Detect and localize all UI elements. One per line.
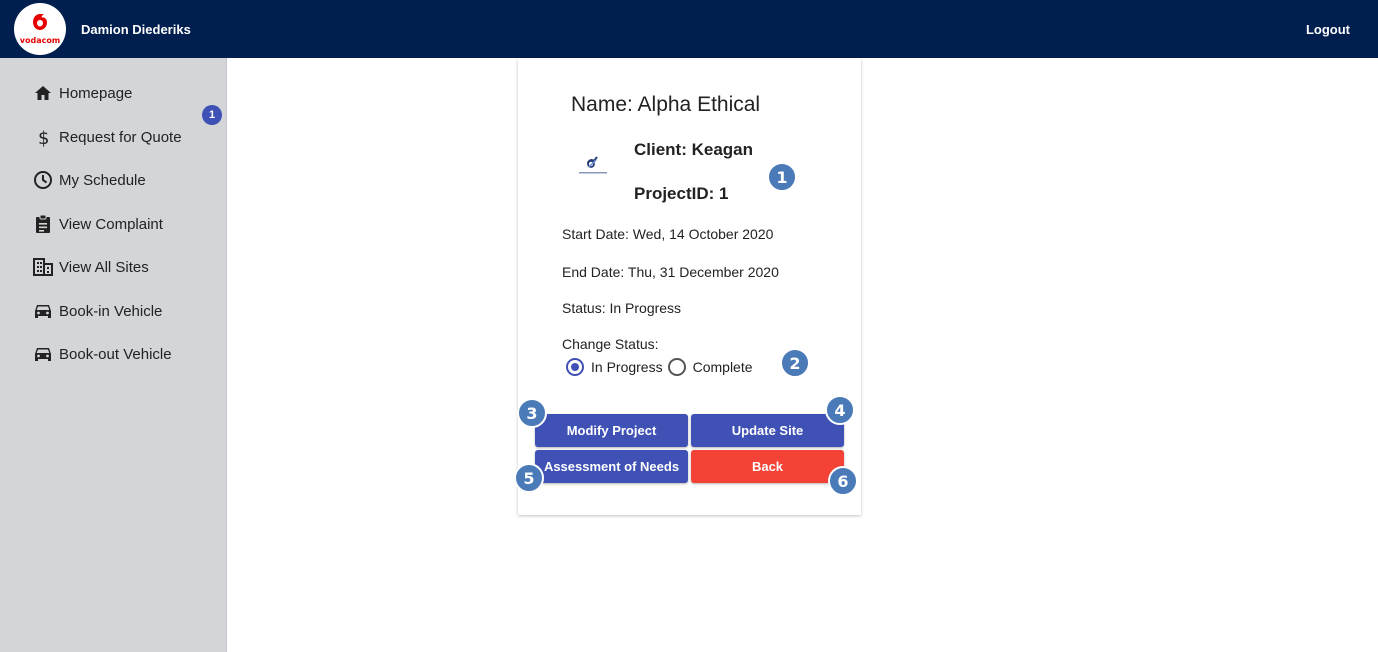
svg-text:$: $	[38, 128, 49, 147]
radio-complete[interactable]	[667, 358, 686, 376]
sidebar-item-label: Request for Quote	[59, 128, 182, 146]
end-date: End Date: Thu, 31 December 2020	[562, 264, 779, 280]
dollar-icon: $	[33, 127, 53, 147]
change-status-label: Change Status:	[562, 336, 659, 352]
start-date: Start Date: Wed, 14 October 2020	[562, 226, 774, 242]
sidebar-item-request-for-quote[interactable]: $ Request for Quote	[33, 125, 182, 149]
sidebar-item-my-schedule[interactable]: My Schedule	[33, 168, 146, 192]
clock-icon	[33, 170, 53, 190]
annotation-badge: 1	[202, 105, 222, 125]
clipboard-icon	[33, 214, 53, 234]
status-radio-group: In Progress Complete	[566, 358, 758, 376]
sidebar-item-view-complaint[interactable]: View Complaint	[33, 212, 163, 236]
sidebar-item-label: My Schedule	[59, 171, 146, 189]
sidebar-item-label: View All Sites	[59, 258, 149, 276]
project-name: Name: Alpha Ethical	[571, 93, 761, 116]
user-name: Damion Diederiks	[81, 22, 191, 37]
annotation-marker-1: 1	[767, 162, 797, 192]
radio-in-progress[interactable]	[566, 358, 584, 376]
vodacom-speechmark-icon	[33, 13, 47, 30]
alpha-ethical-logo-icon	[579, 156, 607, 174]
car-icon	[33, 301, 53, 321]
top-bar: vodacom Damion Diederiks Logout	[0, 0, 1378, 58]
sidebar-item-label: Book-out Vehicle	[59, 345, 172, 363]
logo-text: vodacom	[19, 36, 61, 45]
assessment-of-needs-button[interactable]: Assessment of Needs	[535, 450, 688, 483]
modify-project-button[interactable]: Modify Project	[535, 414, 688, 447]
status-text: Status: In Progress	[562, 300, 682, 316]
update-site-button[interactable]: Update Site	[691, 414, 844, 447]
building-icon	[33, 257, 53, 277]
annotation-marker-4: 4	[825, 395, 855, 425]
annotation-marker-6: 6	[828, 466, 858, 496]
radio-selected-dot	[571, 363, 579, 371]
project-id: ProjectID: 1	[634, 184, 729, 203]
sidebar-item-homepage[interactable]: Homepage	[33, 81, 132, 105]
vodacom-logo[interactable]: vodacom	[14, 3, 66, 55]
sidebar-item-label: Homepage	[59, 84, 133, 102]
back-button[interactable]: Back	[691, 450, 844, 483]
annotation-marker-2: 2	[780, 348, 810, 378]
sidebar-item-view-all-sites[interactable]: View All Sites	[33, 255, 149, 279]
sidebar-item-book-out-vehicle[interactable]: Book-out Vehicle	[33, 342, 172, 366]
logout-button[interactable]: Logout	[1306, 22, 1350, 37]
annotation-marker-3: 3	[517, 398, 547, 428]
client-name: Client: Keagan	[634, 140, 754, 159]
home-icon	[33, 83, 53, 103]
sidebar-item-label: View Complaint	[59, 215, 163, 233]
sidebar-item-book-in-vehicle[interactable]: Book-in Vehicle	[33, 299, 162, 323]
annotation-marker-5: 5	[514, 463, 544, 493]
project-card: Name: Alpha Ethical Client: Keagan Proje…	[518, 58, 861, 515]
car-icon	[33, 344, 53, 364]
radio-label-in-progress: In Progress	[591, 359, 663, 375]
sidebar-item-label: Book-in Vehicle	[59, 302, 163, 320]
radio-label-complete: Complete	[692, 359, 753, 375]
sidebar: Homepage $ Request for Quote My Schedule…	[0, 58, 227, 652]
